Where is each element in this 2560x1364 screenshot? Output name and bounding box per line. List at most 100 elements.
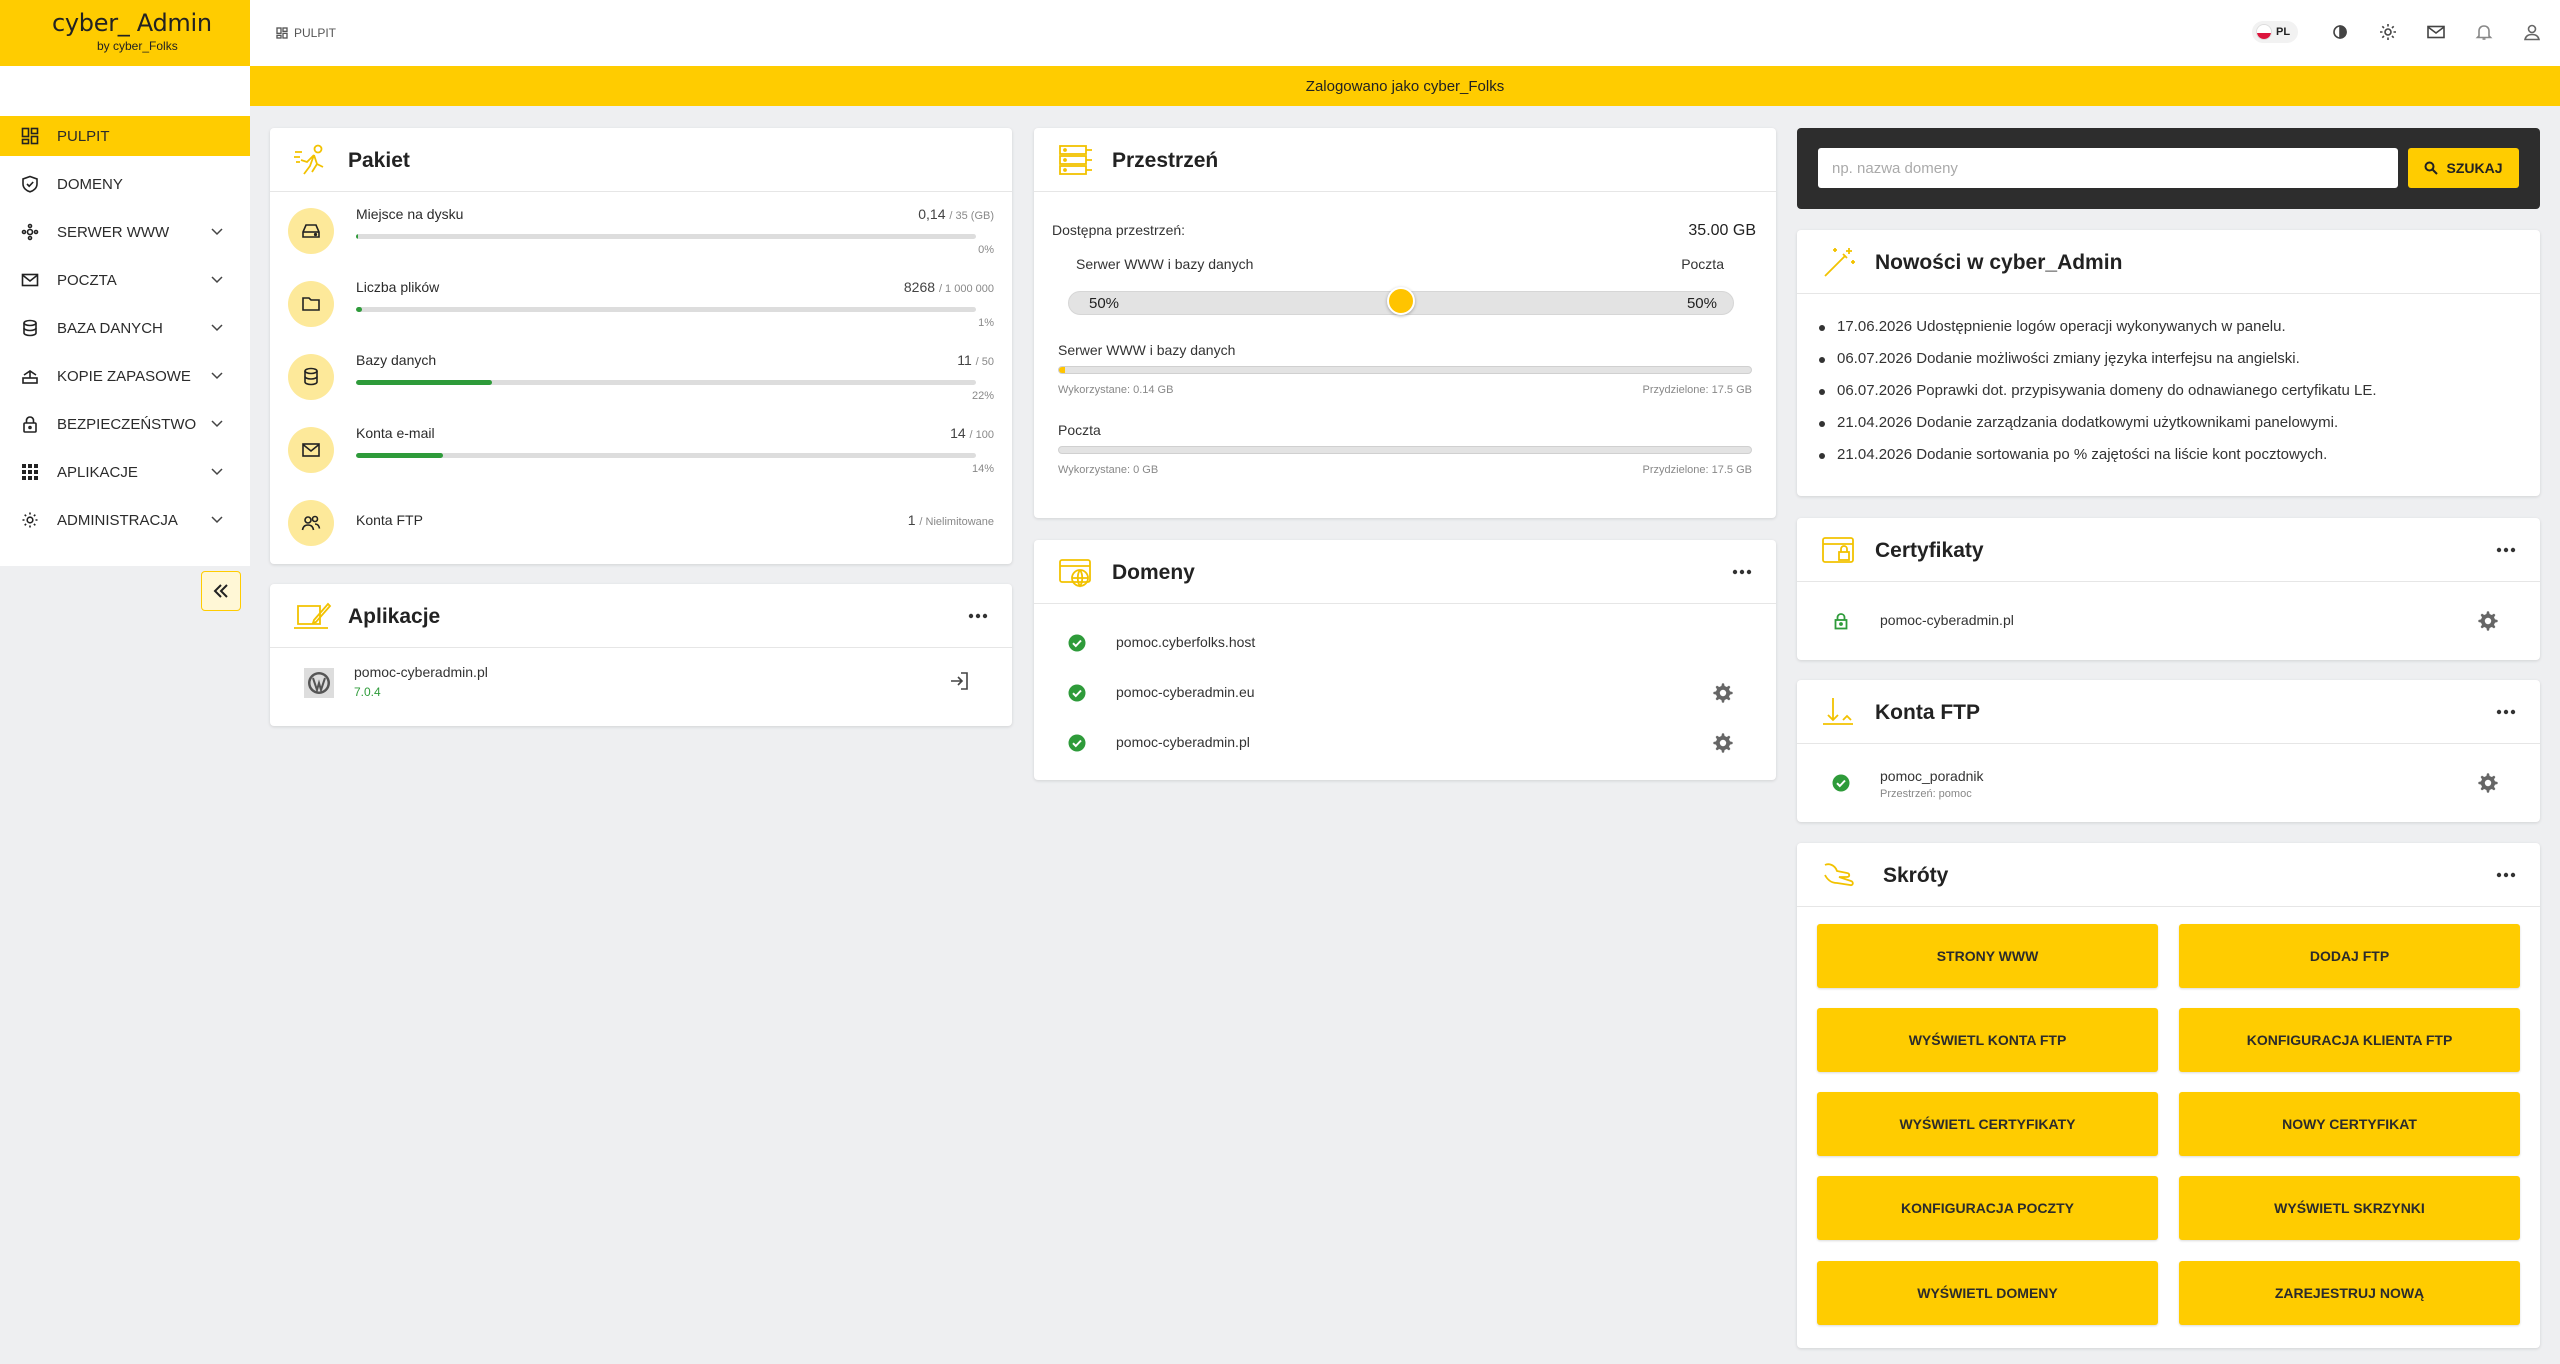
card-header: Konta FTP <box>1797 680 2540 744</box>
shortcut-button[interactable]: WYŚWIETL DOMENY <box>1817 1261 2158 1325</box>
more-options-icon[interactable] <box>1730 562 1754 582</box>
sidebar-item-kopie-zapasowe[interactable]: KOPIE ZAPASOWE <box>0 356 250 396</box>
folder-icon <box>302 297 320 311</box>
sidebar-item-baza-danych[interactable]: BAZA DANYCH <box>0 308 250 348</box>
magic-wand-icon <box>1824 248 1855 277</box>
shortcut-button[interactable]: WYŚWIETL KONTA FTP <box>1817 1008 2158 1072</box>
gear-icon[interactable] <box>2477 772 2499 794</box>
more-options-icon[interactable] <box>2494 702 2518 722</box>
card-header: Certyfikaty <box>1797 518 2540 582</box>
ftp-account-space: Przestrzeń: pomoc <box>1880 788 1972 800</box>
check-circle-icon <box>1068 634 1086 652</box>
sidebar-item-domeny[interactable]: DOMENY <box>0 164 250 204</box>
shortcut-hand-icon <box>1824 863 1854 887</box>
sidebar-item-administracja[interactable]: ADMINISTRACJA <box>0 500 250 540</box>
icon-circle <box>288 281 334 327</box>
news-item: 21.04.2026 Dodanie sortowania po % zajęt… <box>1819 446 2520 463</box>
poland-flag-icon <box>2256 24 2272 40</box>
shortcut-button[interactable]: STRONY WWW <box>1817 924 2158 988</box>
card-header: Skróty <box>1797 843 2540 907</box>
card-header: Nowości w cyber_Admin <box>1797 230 2540 294</box>
sidebar-item-label: BEZPIECZEŃSTWO <box>57 415 197 433</box>
backup-icon <box>22 370 38 384</box>
mail-icon[interactable] <box>2426 22 2446 42</box>
row-label: Liczba plików <box>356 279 440 295</box>
card-title: Nowości w cyber_Admin <box>1875 251 2123 274</box>
mail-used: Wykorzystane: 0 GB <box>1058 464 1159 476</box>
sidebar-item-label: DOMENY <box>57 175 123 193</box>
row-percent: 0% <box>978 244 994 256</box>
topbar: PULPIT PL <box>250 0 2560 66</box>
row-percent: 14% <box>971 463 994 475</box>
row-used: 8268 <box>903 279 936 295</box>
sidebar-item-pulpit[interactable]: PULPIT <box>0 116 250 156</box>
card-przestrzen: Przestrzeń Dostępna przestrzeń: 35.00 GB… <box>1034 128 1776 518</box>
language-switcher[interactable]: PL <box>2252 21 2298 43</box>
card-title: Przestrzeń <box>1112 149 1219 172</box>
gear-icon[interactable] <box>2477 610 2499 632</box>
domain-row[interactable]: pomoc.cyberfolks.host <box>1034 618 1776 668</box>
gear-icon[interactable] <box>1712 732 1734 754</box>
shortcut-button[interactable]: KONFIGURACJA KLIENTA FTP <box>2179 1008 2520 1072</box>
dashboard-icon <box>21 127 39 145</box>
row-used: 11 <box>957 352 972 368</box>
sidebar-item-serwer-www[interactable]: SERWER WWW <box>0 212 250 252</box>
shortcut-button[interactable]: WYŚWIETL CERTYFIKATY <box>1817 1092 2158 1156</box>
check-circle-icon <box>1832 774 1850 792</box>
logo[interactable]: cyber_ Admin by cyber_Folks <box>0 0 250 66</box>
users-icon <box>301 515 321 531</box>
sidebar-item-bezpieczenstwo[interactable]: BEZPIECZEŃSTWO <box>0 404 250 444</box>
check-circle-icon <box>1068 734 1086 752</box>
search-button[interactable]: SZUKAJ <box>2408 148 2519 188</box>
more-options-icon[interactable] <box>2494 865 2518 885</box>
more-options-icon[interactable] <box>966 606 990 626</box>
sidebar-item-label: SERWER WWW <box>57 223 170 241</box>
pakiet-row-email: Konta e-mail 14 / 100 14% <box>288 421 994 481</box>
double-chevron-left-icon <box>213 584 228 598</box>
check-circle-icon <box>1068 684 1086 702</box>
bell-icon[interactable] <box>2474 22 2494 42</box>
mail-icon <box>21 273 39 287</box>
theme-contrast-icon[interactable] <box>2330 22 2350 42</box>
certificate-icon <box>1822 537 1854 563</box>
app-row[interactable]: pomoc-cyberadmin.pl 7.0.4 <box>270 660 1012 716</box>
card-title: Konta FTP <box>1875 701 1980 724</box>
shortcut-button[interactable]: WYŚWIETL SKRZYNKI <box>2179 1176 2520 1240</box>
news-list: 17.06.2026 Udostępnienie logów operacji … <box>1819 318 2520 478</box>
login-icon[interactable] <box>948 670 970 692</box>
certificate-row[interactable]: pomoc-cyberadmin.pl <box>1797 596 2540 646</box>
logo-subtitle: by cyber_Folks <box>97 39 178 53</box>
gear-icon[interactable] <box>1712 682 1734 704</box>
more-options-icon[interactable] <box>2494 540 2518 560</box>
collapse-sidebar-button[interactable] <box>201 571 241 611</box>
breadcrumb[interactable]: PULPIT <box>276 26 336 40</box>
slider-left-percent: 50% <box>1089 295 1120 312</box>
network-icon <box>21 223 39 241</box>
user-icon[interactable] <box>2522 22 2542 42</box>
domain-row[interactable]: pomoc-cyberadmin.pl <box>1034 718 1776 768</box>
domain-row[interactable]: pomoc-cyberadmin.eu <box>1034 668 1776 718</box>
shortcut-button[interactable]: DODAJ FTP <box>2179 924 2520 988</box>
slider-thumb[interactable] <box>1387 287 1415 315</box>
shortcut-button[interactable]: ZAREJESTRUJ NOWĄ <box>2179 1261 2520 1325</box>
row-label: Konta e-mail <box>356 425 435 441</box>
space-split-slider[interactable]: 50% 50% <box>1068 287 1734 315</box>
row-value: 14 / 100 <box>950 425 994 441</box>
usage-bar-fill <box>356 380 493 385</box>
sidebar-item-aplikacje[interactable]: APLIKACJE <box>0 452 250 492</box>
domain-search-input[interactable] <box>1818 148 2398 188</box>
settings-gear-icon[interactable] <box>2378 22 2398 42</box>
shortcut-button[interactable]: NOWY CERTYFIKAT <box>2179 1092 2520 1156</box>
usage-bar-fill <box>356 453 443 458</box>
ftp-account-row[interactable]: pomoc_poradnik Przestrzeń: pomoc <box>1797 758 2540 808</box>
chevron-down-icon <box>211 516 223 524</box>
mail-usage-label: Poczta <box>1058 422 1101 438</box>
chevron-down-icon <box>211 468 223 476</box>
shield-icon <box>22 175 38 193</box>
www-usage-label: Serwer WWW i bazy danych <box>1058 342 1236 358</box>
row-limit: / 1 000 000 <box>938 283 994 295</box>
sidebar-item-poczta[interactable]: POCZTA <box>0 260 250 300</box>
shortcut-button[interactable]: KONFIGURACJA POCZTY <box>1817 1176 2158 1240</box>
split-left-label: Serwer WWW i bazy danych <box>1076 256 1254 272</box>
domain-search-panel: SZUKAJ <box>1797 128 2540 209</box>
